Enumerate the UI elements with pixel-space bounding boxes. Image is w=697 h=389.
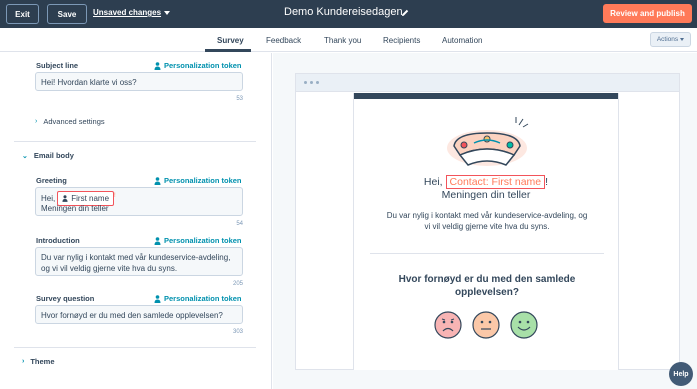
chevron-right-icon: › [35,118,38,125]
greeting-suffix: ! [114,193,116,199]
preview-greeting: Hei, Contact: First name! [354,175,618,189]
advanced-settings-label: Advanced settings [43,117,105,126]
chevron-down-icon: ⌄ [22,152,28,160]
top-bar: Exit Save Unsaved changes Demo Kundereis… [0,0,697,28]
advanced-settings-toggle[interactable]: › Advanced settings [35,117,105,126]
greeting-char-count: 54 [236,221,243,227]
tab-thank-you[interactable]: Thank you [324,36,361,45]
chevron-down-icon [680,38,685,41]
introduction-value: Du var nylig i kontakt med vår kundeserv… [41,253,231,273]
personalization-token-label: Personalization token [164,61,242,70]
chevron-down-icon [164,10,171,15]
email-header-bar [354,93,618,99]
email-preview: Hei, Contact: First name! Meningen din t… [353,93,619,370]
personalization-token-label: Personalization token [164,236,242,245]
actions-dropdown[interactable]: Actions [650,32,691,47]
happy-face-icon[interactable] [510,311,538,339]
sad-face-icon[interactable] [434,311,462,339]
subject-char-count: 53 [236,96,243,102]
pencil-icon[interactable] [400,8,410,18]
email-divider [370,253,604,254]
tab-survey[interactable]: Survey [217,36,244,45]
preview-greeting-suffix: ! [545,176,549,188]
subject-line-input[interactable]: Hei! Hvordan klarte vi oss? [35,72,243,91]
personalization-token-label: Personalization token [164,294,242,303]
person-icon [154,61,161,70]
window-dot [316,81,319,84]
active-tab-indicator [205,49,251,52]
survey-question-personalization-token-button[interactable]: Personalization token [154,294,242,303]
page-title[interactable]: Demo Kundereisedagen [284,6,403,18]
theme-label: Theme [30,357,55,366]
introduction-char-count: 205 [232,281,243,287]
neutral-face-icon[interactable] [472,311,500,339]
preview-signoff: Meningen din teller [441,189,531,201]
survey-question-input[interactable]: Hvor fornøyd er du med den samlede opple… [35,305,243,324]
person-icon [154,236,161,245]
save-button[interactable]: Save [47,4,87,24]
help-button[interactable]: Help [669,362,693,386]
survey-question-label: Survey question [36,294,95,303]
person-icon [154,176,161,185]
greeting-prefix: Hei, [41,194,56,203]
greeting-label: Greeting [36,176,67,185]
tab-automation[interactable]: Automation [442,36,482,45]
person-icon [62,195,68,202]
preview-survey-question: Hvor fornøyd er du med den samlede opple… [398,274,576,298]
survey-question-value: Hvor fornøyd er du med den samlede opple… [41,311,223,320]
greeting-line-2: Meningen din teller [41,204,109,213]
preview-introduction: Du var nylig i kontakt med vår kundeserv… [386,211,588,231]
actions-label: Actions [656,36,679,43]
window-dot [310,81,313,84]
chevron-right-icon: › [22,358,25,365]
divider [14,141,256,142]
first-name-token-label: First name [71,194,110,203]
browser-bar [296,74,679,92]
greeting-personalization-token-button[interactable]: Personalization token [154,176,242,185]
personalization-token-label: Personalization token [164,176,242,185]
introduction-label: Introduction [36,236,80,245]
tab-bar: Survey Feedback Thank you Recipients Aut… [0,28,697,52]
tab-recipients[interactable]: Recipients [383,36,420,45]
unsaved-changes-dropdown[interactable]: Unsaved changes [93,8,171,17]
survey-illustration-icon [447,117,529,166]
tab-feedback[interactable]: Feedback [266,36,301,45]
email-body-toggle[interactable]: ⌄ Email body [22,151,74,160]
preview-greeting-prefix: Hei, [423,176,443,188]
theme-toggle[interactable]: › Theme [22,357,55,366]
exit-button[interactable]: Exit [6,4,39,24]
survey-question-char-count: 303 [232,329,243,335]
window-dot [304,81,307,84]
introduction-input[interactable]: Du var nylig i kontakt med vår kundeserv… [35,247,243,276]
introduction-personalization-token-button[interactable]: Personalization token [154,236,242,245]
subject-personalization-token-button[interactable]: Personalization token [154,61,242,70]
unsaved-changes-label: Unsaved changes [93,8,162,17]
divider [14,347,256,348]
preview-contact-token: Contact: First name [445,175,546,189]
subject-line-label: Subject line [36,61,79,70]
review-and-publish-button[interactable]: Review and publish [603,4,692,23]
greeting-input[interactable]: Hei, First name ! Meningen din teller [35,187,243,216]
person-icon [154,294,161,303]
subject-line-value: Hei! Hvordan klarte vi oss? [41,78,137,87]
email-body-label: Email body [33,151,74,160]
